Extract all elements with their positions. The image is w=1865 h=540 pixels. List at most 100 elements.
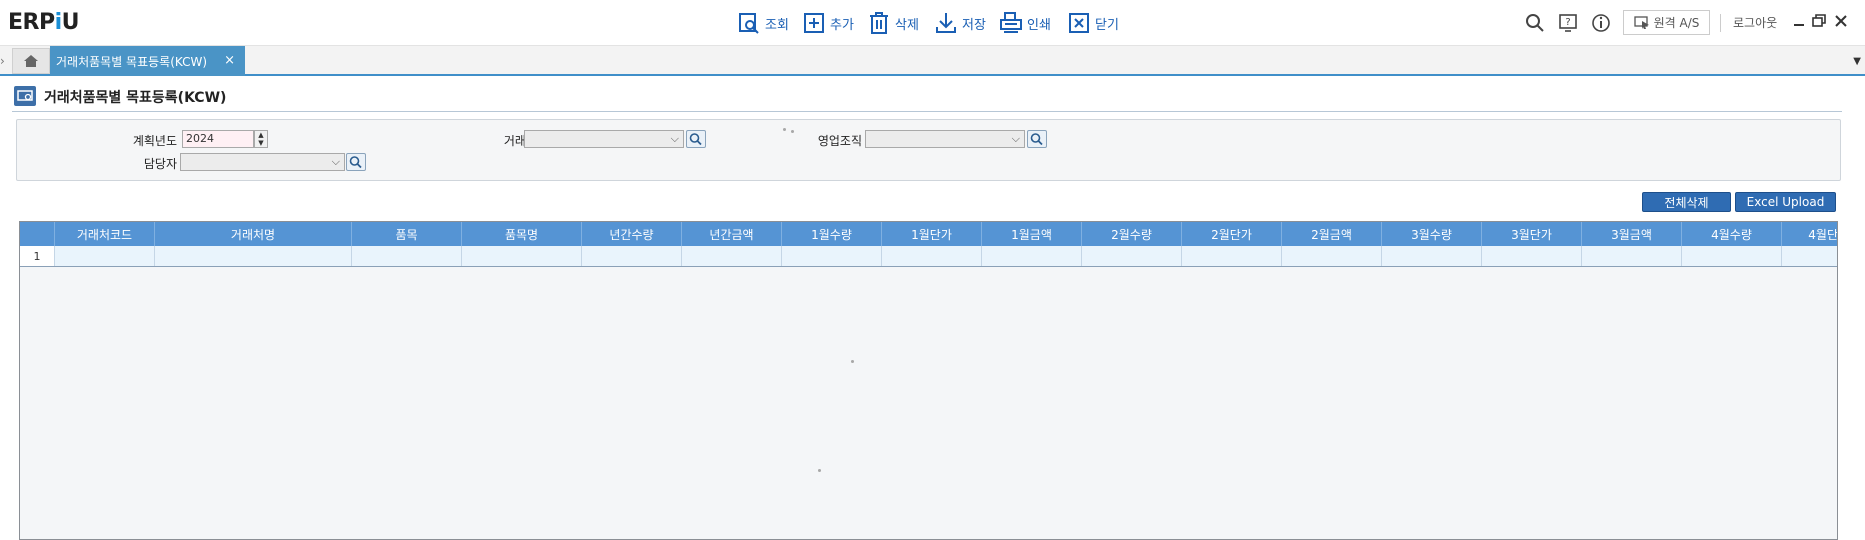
print-button-label: 인쇄 (1027, 17, 1051, 33)
grid-cell[interactable] (1382, 246, 1482, 266)
grid-cell[interactable] (882, 246, 982, 266)
search-button[interactable]: 조회 (737, 10, 789, 36)
magnifier-icon (1030, 133, 1043, 146)
decor-dot (791, 130, 794, 133)
grid-header-cell[interactable]: 2월단가 (1182, 222, 1282, 246)
customer-search-button[interactable] (686, 130, 706, 148)
page-title: 거래처품목별 목표등록(KCW) (44, 90, 227, 106)
grid-cell[interactable] (55, 246, 155, 266)
tab-close-icon[interactable]: × (224, 53, 235, 68)
grid-cell[interactable] (582, 246, 682, 266)
app-logo: ERPiU (8, 10, 80, 35)
search-icon[interactable] (1524, 12, 1546, 34)
grid-header-cell[interactable]: 3월단가 (1482, 222, 1582, 246)
grid-header-cell[interactable]: 거래처코드 (55, 222, 155, 246)
window-close-icon[interactable] (1833, 13, 1849, 29)
grid-cell[interactable] (782, 246, 882, 266)
magnifier-icon (689, 133, 702, 146)
org-search-button[interactable] (1027, 130, 1047, 148)
logout-link[interactable]: 로그아웃 (1733, 14, 1777, 31)
minimize-icon[interactable] (1791, 13, 1807, 29)
grid-header-cell[interactable]: 1월단가 (882, 222, 982, 246)
search-doc-icon (739, 13, 759, 34)
grid-cell[interactable] (155, 246, 352, 266)
save-button-label: 저장 (962, 17, 986, 33)
grid-header-cell[interactable]: 1월금액 (982, 222, 1082, 246)
close-box-icon (1069, 13, 1089, 33)
year-input[interactable]: 2024 (182, 130, 254, 148)
erp-window: ERPiU 조회 추가 삭제 저장 인쇄 닫기 ? 원격 A/S 로그아웃 › … (0, 0, 1865, 540)
delete-button[interactable]: 삭제 (867, 10, 919, 36)
delete-all-button[interactable]: 전체삭제 (1642, 192, 1731, 212)
grid-header-cell[interactable]: 3월수량 (1382, 222, 1482, 246)
grid-header-cell[interactable]: 년간금액 (682, 222, 782, 246)
grid-header-cell[interactable]: 1월수량 (782, 222, 882, 246)
tab-dropdown-icon[interactable]: ▼ (1853, 56, 1861, 67)
grid-header-cell[interactable]: 4월수량 (1682, 222, 1782, 246)
grid-cell[interactable] (682, 246, 782, 266)
grid-cell[interactable] (1182, 246, 1282, 266)
grid-header-rownum (20, 222, 55, 246)
grid-cell[interactable] (1082, 246, 1182, 266)
help-monitor-icon[interactable]: ? (1557, 12, 1579, 34)
customer-select[interactable]: ⌵ (524, 130, 684, 148)
grid-header-cell[interactable]: 품목명 (462, 222, 582, 246)
tab-active[interactable]: 거래처품목별 목표등록(KCW) × (50, 46, 245, 76)
close-button-label: 닫기 (1095, 17, 1119, 33)
grid-header-cell[interactable]: 2월금액 (1282, 222, 1382, 246)
home-icon (24, 55, 38, 67)
top-bar: ERPiU 조회 추가 삭제 저장 인쇄 닫기 ? 원격 A/S 로그아웃 (0, 0, 1865, 46)
print-button[interactable]: 인쇄 (999, 10, 1051, 36)
info-icon[interactable] (1590, 12, 1612, 34)
restore-icon[interactable] (1811, 13, 1827, 29)
page-header: 거래처품목별 목표등록(KCW) (12, 84, 1842, 112)
download-icon (936, 13, 956, 33)
org-select[interactable]: ⌵ (865, 130, 1025, 148)
year-label: 계획년도 (132, 134, 177, 148)
chevron-down-icon: ⌵ (670, 132, 679, 145)
grid-cell[interactable] (1482, 246, 1582, 266)
grid-cell[interactable] (352, 246, 462, 266)
save-button[interactable]: 저장 (934, 10, 986, 36)
grid-cell[interactable] (1682, 246, 1782, 266)
grid-cell[interactable] (982, 246, 1082, 266)
org-label: 영업조직 (817, 134, 862, 148)
manager-select[interactable]: ⌵ (180, 153, 345, 171)
close-button[interactable]: 닫기 (1067, 10, 1119, 36)
tab-bar: › 거래처품목별 목표등록(KCW) × ▼ (0, 46, 1865, 76)
grid-header-cell[interactable]: 2월수량 (1082, 222, 1182, 246)
decor-dot (851, 360, 854, 363)
data-grid: 거래처코드 거래처명 품목 품목명 년간수량 년간금액 1월수량 1월단가 1월… (19, 221, 1838, 540)
grid-cell[interactable] (462, 246, 582, 266)
grid-cell[interactable] (1582, 246, 1682, 266)
grid-header-cell[interactable]: 년간수량 (582, 222, 682, 246)
grid-header-cell[interactable]: 거래처명 (155, 222, 352, 246)
grid-header-cell[interactable]: 3월금액 (1582, 222, 1682, 246)
excel-upload-button[interactable]: Excel Upload (1735, 192, 1836, 212)
add-button[interactable]: 추가 (802, 10, 854, 36)
row-number: 1 (20, 246, 55, 266)
grid-cell[interactable] (1782, 246, 1837, 266)
tab-scroll-left[interactable]: › (0, 54, 10, 68)
remote-support-button[interactable]: 원격 A/S (1623, 10, 1710, 35)
delete-button-label: 삭제 (895, 17, 919, 33)
decor-dot (783, 128, 786, 131)
divider (1720, 14, 1721, 32)
chevron-down-icon: ⌵ (1011, 132, 1020, 145)
manager-search-button[interactable] (346, 153, 366, 171)
chevron-down-icon: ⌵ (331, 155, 340, 168)
search-button-label: 조회 (765, 17, 789, 33)
plus-box-icon (804, 13, 824, 33)
grid-header-cell[interactable]: 4월단 (1782, 222, 1837, 246)
grid-cell[interactable] (1282, 246, 1382, 266)
manager-label: 담당자 (143, 157, 177, 171)
year-stepper[interactable]: ▲ ▼ (254, 130, 268, 148)
search-panel: 계획년도 2024 ▲ ▼ 담당자 ⌵ 거래처 ⌵ 영업조직 ⌵ (16, 119, 1841, 181)
home-tab[interactable] (12, 48, 50, 74)
table-row[interactable]: 1 (20, 246, 1837, 267)
grid-header-cell[interactable]: 품목 (352, 222, 462, 246)
svg-text:?: ? (1565, 17, 1570, 28)
printer-icon (1000, 12, 1022, 33)
remote-support-label: 원격 A/S (1653, 16, 1700, 30)
trash-icon (870, 12, 888, 34)
